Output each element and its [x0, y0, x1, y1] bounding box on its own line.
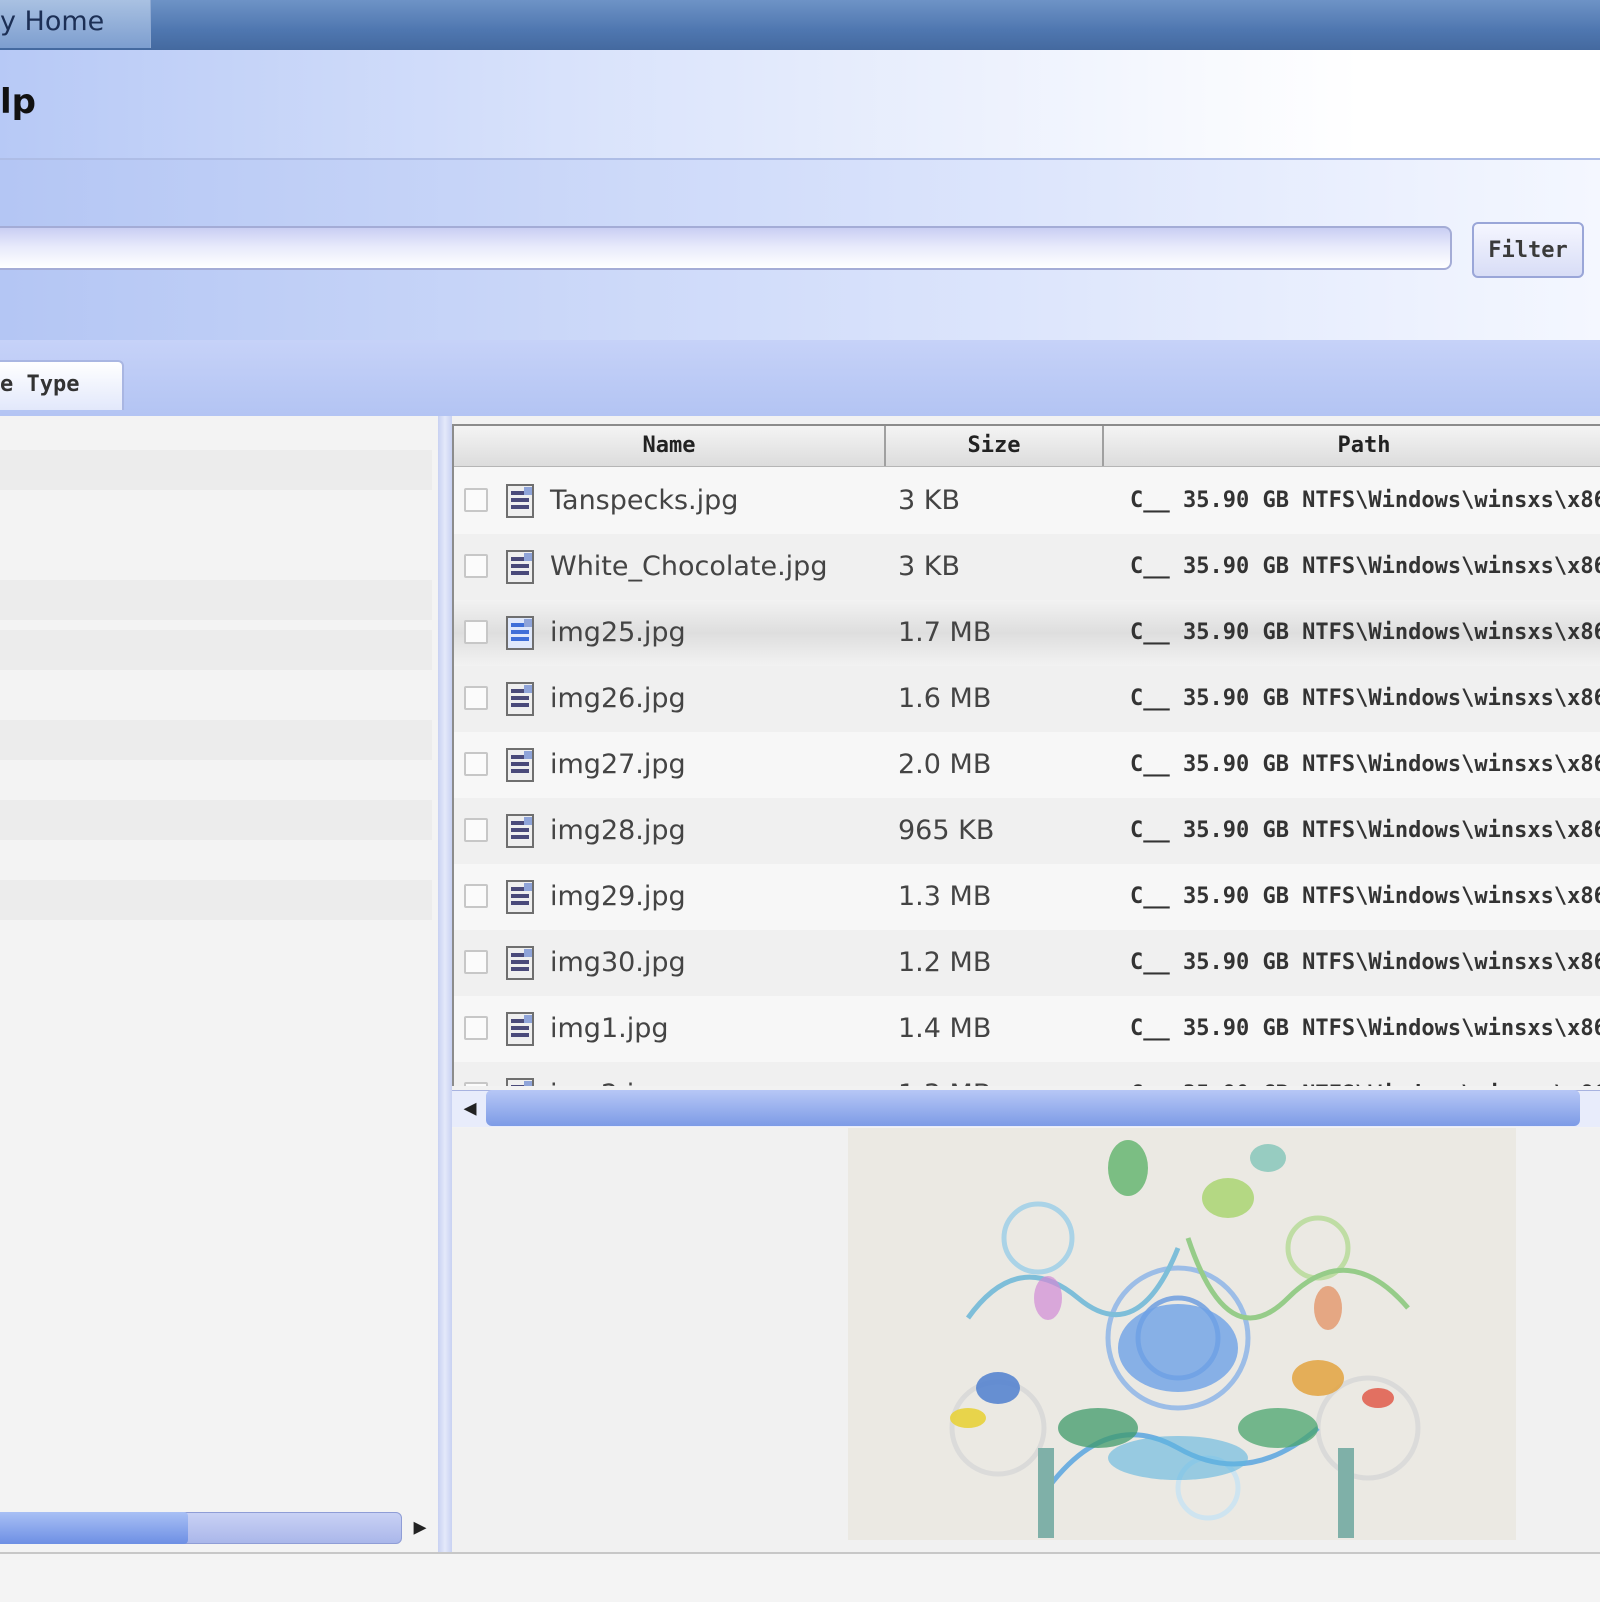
- row-checkbox[interactable]: [464, 950, 488, 974]
- cell-path: C__ 35.90 GB NTFS\Windows\winsxs\x86: [1130, 686, 1600, 711]
- image-preview: [848, 1128, 1516, 1540]
- cell-name: img29.jpg: [550, 881, 686, 912]
- left-scroll-thumb[interactable]: [0, 1512, 188, 1544]
- image-file-icon: [504, 747, 538, 783]
- cell-name: img1.jpg: [550, 1013, 669, 1044]
- left-panel-row: [0, 800, 432, 840]
- cell-path: C__ 35.90 GB NTFS\Windows\winsxs\x86: [1130, 950, 1600, 975]
- tab-file-type-label: e Type: [0, 372, 80, 397]
- row-checkbox[interactable]: [464, 818, 488, 842]
- column-header-name[interactable]: Name: [454, 426, 886, 466]
- cell-path: C__ 35.90 GB NTFS\Windows\winsxs\x86: [1130, 884, 1600, 909]
- cell-size: 3 KB: [898, 551, 960, 582]
- image-file-icon: [504, 813, 538, 849]
- row-checkbox[interactable]: [464, 884, 488, 908]
- table-row[interactable]: img29.jpg 1.3 MB C__ 35.90 GB NTFS\Windows…: [454, 864, 1600, 930]
- table-header: Name Size Path: [454, 426, 1600, 467]
- cell-path: C__ 35.90 GB NTFS\Windows\winsxs\x86: [1130, 1062, 1600, 1086]
- cell-name: img25.jpg: [550, 617, 686, 648]
- image-file-icon: [504, 549, 538, 585]
- row-checkbox[interactable]: [464, 620, 488, 644]
- image-file-icon: [504, 1077, 538, 1086]
- left-panel-row: [0, 580, 432, 620]
- cell-name: img2.jpg: [550, 1062, 668, 1086]
- cell-path: C__ 35.90 GB NTFS\Windows\winsxs\x86: [1130, 488, 1600, 513]
- cell-name: Tanspecks.jpg: [550, 485, 739, 516]
- menu-bar: [0, 50, 1600, 160]
- left-panel-row: [0, 630, 432, 670]
- row-checkbox[interactable]: [464, 686, 488, 710]
- cell-size: 1.3 MB: [898, 1062, 991, 1086]
- window-title: y Home: [0, 6, 105, 37]
- row-checkbox[interactable]: [464, 488, 488, 512]
- left-panel-row: [0, 720, 432, 760]
- cell-path: C__ 35.90 GB NTFS\Windows\winsxs\x86: [1130, 554, 1600, 579]
- cell-path: C__ 35.90 GB NTFS\Windows\winsxs\x86: [1130, 818, 1600, 843]
- cell-size: 3 KB: [898, 485, 960, 516]
- chevron-right-icon[interactable]: ▸: [406, 1510, 434, 1544]
- cell-name: White_Chocolate.jpg: [550, 551, 828, 582]
- row-checkbox[interactable]: [464, 1082, 488, 1086]
- cell-path: C__ 35.90 GB NTFS\Windows\winsxs\x86: [1130, 1016, 1600, 1041]
- status-bar: [0, 1552, 1600, 1602]
- table-row[interactable]: img1.jpg 1.4 MB C__ 35.90 GB NTFS\Windows\…: [454, 996, 1600, 1062]
- cell-name: img28.jpg: [550, 815, 686, 846]
- image-file-icon: [504, 615, 538, 651]
- image-file-icon: [504, 945, 538, 981]
- cell-name: img27.jpg: [550, 749, 686, 780]
- image-file-icon: [504, 483, 538, 519]
- table-row[interactable]: img26.jpg 1.6 MB C__ 35.90 GB NTFS\Windows…: [454, 666, 1600, 732]
- cell-size: 1.2 MB: [898, 947, 992, 978]
- panel-header: [0, 340, 1600, 416]
- cell-size: 1.7 MB: [898, 617, 992, 648]
- table-row[interactable]: img25.jpg 1.7 MB C__ 35.90 GB NTFS\Windows…: [454, 600, 1600, 666]
- table-row[interactable]: img30.jpg 1.2 MB C__ 35.90 GB NTFS\Windows…: [454, 930, 1600, 996]
- cell-path: C__ 35.90 GB NTFS\Windows\winsxs\x86: [1130, 752, 1600, 777]
- preview-artwork: [848, 1128, 1516, 1540]
- filter-button[interactable]: Filter: [1472, 222, 1584, 278]
- filter-input[interactable]: [0, 226, 1452, 270]
- cell-path: C__ 35.90 GB NTFS\Windows\winsxs\x86: [1130, 620, 1600, 645]
- file-table: Name Size Path Tanspecks.jpg 3 KB C__ 35.9…: [452, 424, 1600, 1086]
- cell-size: 965 KB: [898, 815, 995, 846]
- table-row[interactable]: img2.jpg 1.3 MB C__ 35.90 GB NTFS\Windows\…: [454, 1062, 1600, 1086]
- cell-name: img30.jpg: [550, 947, 686, 978]
- left-panel-row: [0, 880, 432, 920]
- table-row[interactable]: img27.jpg 2.0 MB C__ 35.90 GB NTFS\Windows…: [454, 732, 1600, 798]
- column-header-size[interactable]: Size: [886, 426, 1104, 466]
- menu-item-help[interactable]: lp: [0, 82, 36, 122]
- table-row[interactable]: White_Chocolate.jpg 3 KB C__ 35.90 GB NTFS…: [454, 534, 1600, 600]
- row-checkbox[interactable]: [464, 554, 488, 578]
- left-panel-row: [0, 450, 432, 490]
- image-file-icon: [504, 879, 538, 915]
- cell-size: 1.4 MB: [898, 1013, 992, 1044]
- chevron-left-icon[interactable]: ◂: [456, 1090, 484, 1126]
- image-file-icon: [504, 1011, 538, 1047]
- panel-splitter[interactable]: [438, 416, 452, 1552]
- cell-name: img26.jpg: [550, 683, 686, 714]
- table-scroll-thumb[interactable]: [486, 1090, 1580, 1126]
- title-bar: [0, 0, 1600, 50]
- table-row[interactable]: Tanspecks.jpg 3 KB C__ 35.90 GB NTFS\Windo…: [454, 468, 1600, 534]
- table-row[interactable]: img28.jpg 965 KB C__ 35.90 GB NTFS\Windows…: [454, 798, 1600, 864]
- cell-size: 2.0 MB: [898, 749, 992, 780]
- row-checkbox[interactable]: [464, 752, 488, 776]
- column-header-path[interactable]: Path: [1104, 426, 1600, 466]
- image-file-icon: [504, 681, 538, 717]
- cell-size: 1.3 MB: [898, 881, 992, 912]
- cell-size: 1.6 MB: [898, 683, 992, 714]
- row-checkbox[interactable]: [464, 1016, 488, 1040]
